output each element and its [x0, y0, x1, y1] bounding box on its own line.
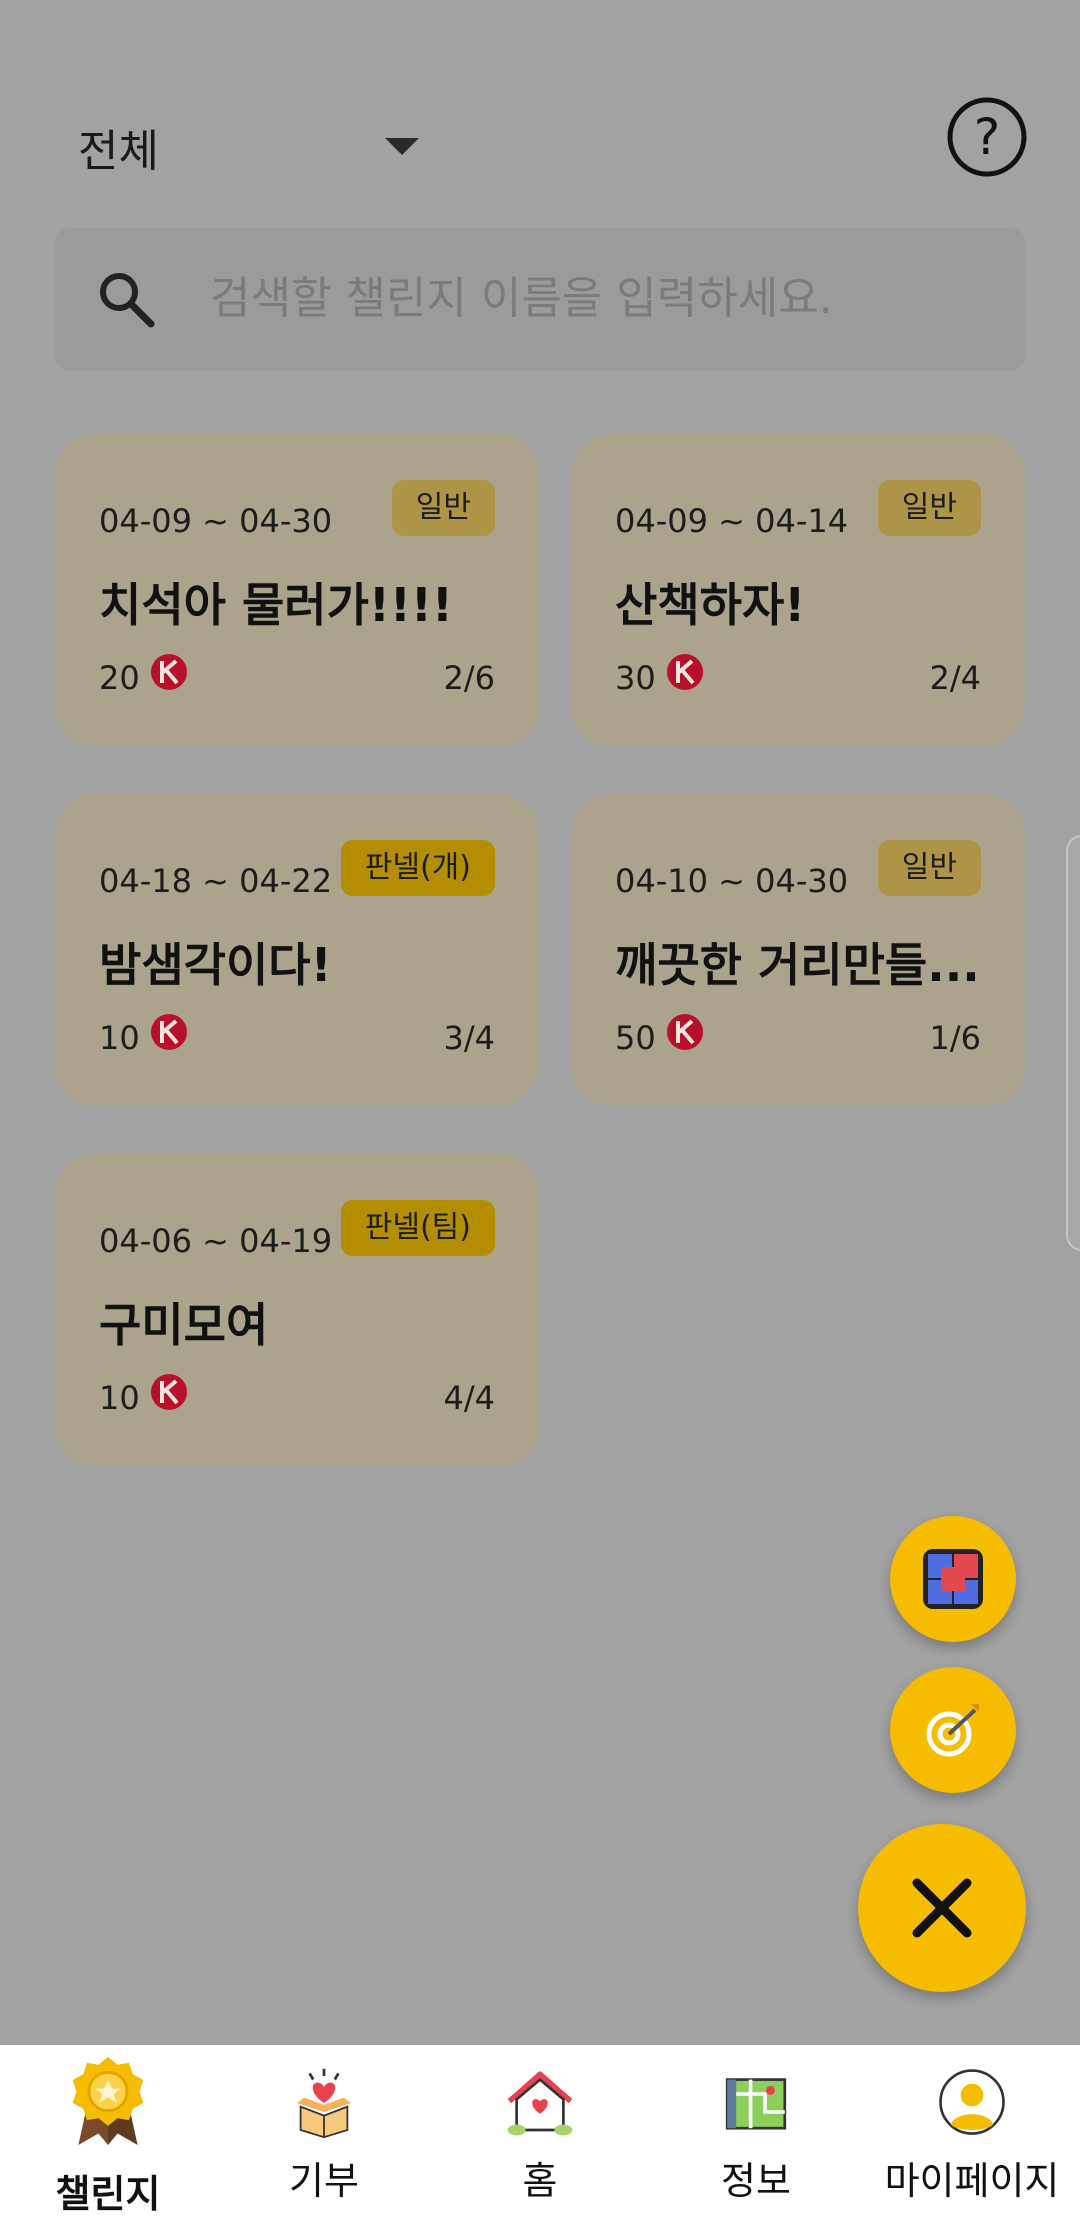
target-dart-icon [926, 1704, 979, 1757]
nav-label-info: 정보 [721, 2159, 791, 2203]
challenge-title: 산책하자! [615, 578, 806, 632]
challenge-card[interactable]: 04-09 ~ 04-14 일반 산책하자! 30 2/4 [571, 434, 1025, 746]
house-heart-icon [507, 2071, 573, 2136]
challenge-points: 30 [615, 659, 656, 697]
search-icon [100, 273, 155, 328]
nav-item-challenge[interactable]: 챌린지 [0, 2045, 216, 2220]
panel-grid-icon [923, 1549, 983, 1609]
point-coin-icon [151, 1014, 187, 1050]
challenge-period: 04-09 ~ 04-14 [615, 502, 849, 540]
category-filter-value: 전체 [78, 126, 159, 177]
help-icon[interactable]: ? [947, 97, 1057, 207]
challenge-card[interactable]: 04-09 ~ 04-30 일반 치석아 물러가!!!! 20 2/6 [55, 434, 539, 746]
challenge-type-badge: 일반 [877, 480, 981, 536]
challenge-participants: 4/4 [443, 1379, 496, 1417]
point-coin-icon [151, 1374, 187, 1410]
challenge-title: 치석아 물러가!!!! [99, 578, 453, 632]
goal-challenge-fab[interactable] [890, 1667, 1016, 1793]
challenge-period: 04-18 ~ 04-22 [99, 862, 333, 900]
panel-challenge-fab[interactable] [890, 1516, 1016, 1642]
challenge-title: 구미모여 [99, 1298, 269, 1352]
challenge-card[interactable]: 04-18 ~ 04-22 판넬(개) 밤샘각이다! 10 3/4 [55, 794, 539, 1106]
challenge-type-badge: 일반 [877, 840, 981, 896]
nav-label-challenge: 챌린지 [55, 2172, 161, 2216]
challenge-points: 50 [615, 1019, 656, 1057]
challenge-participants: 3/4 [443, 1019, 496, 1057]
medal-icon [72, 2057, 144, 2145]
challenge-points: 20 [99, 659, 140, 697]
challenge-title: 깨끗한 거리만들... [615, 938, 980, 992]
donation-box-icon [297, 2068, 351, 2139]
nav-label-mypage: 마이페이지 [884, 2159, 1060, 2203]
bottom-navigation: 챌린지 기부 홈 정보 마이페이지 [0, 2045, 1080, 2220]
close-menu-fab[interactable] [858, 1824, 1026, 1992]
search-bar [55, 228, 1025, 371]
user-avatar-icon [939, 2069, 1005, 2135]
challenge-points: 10 [99, 1019, 140, 1057]
point-coin-icon [667, 1014, 703, 1050]
challenge-period: 04-09 ~ 04-30 [99, 502, 333, 540]
challenge-period: 04-10 ~ 04-30 [615, 862, 849, 900]
point-coin-icon [151, 654, 187, 690]
challenge-participants: 2/6 [443, 659, 496, 697]
close-icon [912, 1878, 972, 1938]
challenge-type-badge: 판넬(팀) [340, 1200, 495, 1256]
challenge-participants: 1/6 [929, 1019, 982, 1057]
point-coin-icon [667, 654, 703, 690]
nav-item-mypage[interactable]: 마이페이지 [864, 2045, 1080, 2220]
nav-item-donation[interactable]: 기부 [216, 2045, 432, 2220]
challenge-points: 10 [99, 1379, 140, 1417]
nav-item-home[interactable]: 홈 [432, 2045, 648, 2220]
challenge-card[interactable]: 04-10 ~ 04-30 일반 깨끗한 거리만들... 50 1/6 [571, 794, 1025, 1106]
nav-label-home: 홈 [522, 2159, 558, 2203]
nav-item-info[interactable]: 정보 [648, 2045, 864, 2220]
category-filter[interactable]: 전체 [78, 115, 159, 179]
challenge-type-badge: 일반 [391, 480, 495, 536]
challenge-participants: 2/4 [929, 659, 982, 697]
challenge-type-badge: 판넬(개) [340, 840, 495, 896]
svg-text:?: ? [974, 108, 1001, 166]
search-input[interactable] [210, 258, 990, 338]
challenge-card[interactable]: 04-06 ~ 04-19 판넬(팀) 구미모여 10 4/4 [55, 1154, 539, 1466]
scrollbar[interactable] [1066, 835, 1080, 1251]
nav-label-donation: 기부 [289, 2159, 359, 2203]
challenge-period: 04-06 ~ 04-19 [99, 1222, 333, 1260]
map-icon [725, 2078, 787, 2130]
challenge-title: 밤샘각이다! [99, 938, 332, 992]
chevron-down-icon[interactable] [385, 138, 419, 155]
dimmed-screen: 전체 ? 04-09 ~ 04-30 일반 치석아 물러가!!!! 20 2/6… [0, 0, 1080, 2045]
